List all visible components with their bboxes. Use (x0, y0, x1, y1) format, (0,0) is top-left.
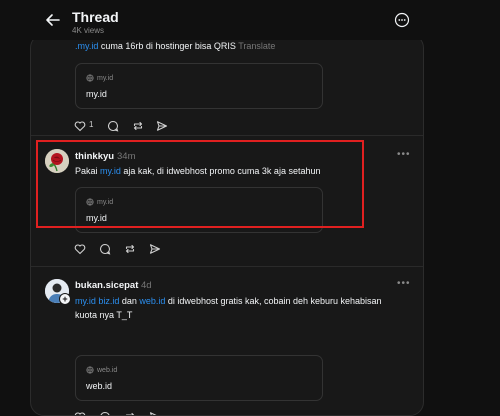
comment-icon[interactable] (99, 411, 111, 416)
repost-icon[interactable] (124, 411, 136, 416)
post-link[interactable]: web.id (139, 296, 165, 306)
card-domain: my.id (86, 74, 113, 82)
reply-post-3[interactable]: + bukan.sicepat 4d ••• my.id biz.id dan … (31, 267, 423, 416)
link-card[interactable]: web.id web.id (75, 355, 323, 401)
share-icon[interactable] (149, 243, 161, 255)
reply-post-1[interactable]: .my.id cuma 16rb di hostinger bisa QRIS … (31, 35, 423, 135)
page-title: Thread (72, 9, 119, 25)
heart-icon[interactable] (74, 243, 86, 255)
back-arrow-icon[interactable] (44, 11, 62, 29)
globe-icon (86, 74, 94, 82)
heart-icon[interactable] (74, 120, 86, 132)
username[interactable]: bukan.sicepat (75, 280, 138, 291)
post-body: .my.id cuma 16rb di hostinger bisa QRIS … (75, 41, 276, 51)
card-domain: web.id (86, 366, 117, 374)
translate-link[interactable]: Translate (238, 41, 275, 51)
post-time: 4d (141, 280, 152, 291)
post-link[interactable]: biz.id (98, 296, 119, 306)
share-icon[interactable] (156, 120, 168, 132)
thread-header: Thread 4K views (0, 0, 500, 40)
post-link[interactable]: .my.id (75, 41, 98, 51)
post-link[interactable]: my.id (75, 296, 96, 306)
card-title: my.id (86, 89, 107, 99)
follow-plus-icon[interactable]: + (59, 293, 71, 305)
more-circle-icon[interactable] (394, 12, 410, 28)
share-icon[interactable] (149, 411, 161, 416)
highlight-box (36, 140, 364, 228)
more-options-icon[interactable]: ••• (397, 149, 411, 160)
link-card[interactable]: my.id my.id (75, 63, 323, 109)
comment-icon[interactable] (107, 120, 119, 132)
repost-icon[interactable] (124, 243, 136, 255)
comment-icon[interactable] (99, 243, 111, 255)
view-count: 4K views (72, 26, 105, 35)
more-options-icon[interactable]: ••• (397, 278, 411, 289)
heart-icon[interactable] (74, 411, 86, 416)
like-count: 1 (89, 120, 94, 129)
repost-icon[interactable] (132, 120, 144, 132)
globe-icon (86, 366, 94, 374)
card-title: web.id (86, 381, 113, 391)
post-body: my.id biz.id dan web.id di idwebhost gra… (75, 296, 382, 320)
